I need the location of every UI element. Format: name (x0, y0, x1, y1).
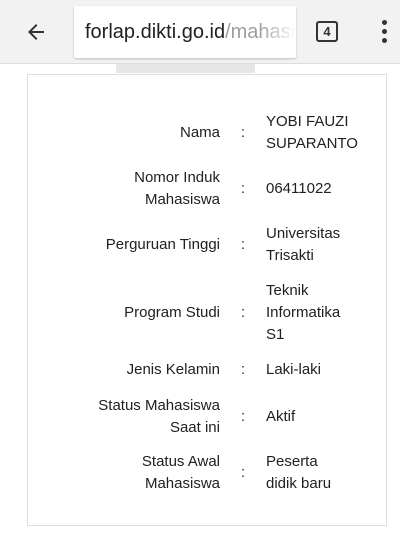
field-separator: : (240, 236, 246, 253)
field-label: Status Awal Mahasiswa (141, 453, 220, 492)
tab-switcher-button[interactable]: 4 (309, 14, 345, 50)
field-separator: : (240, 361, 246, 378)
field-label: Program Studi (124, 304, 220, 321)
url-fade-overlay (260, 6, 296, 58)
back-arrow-icon (28, 24, 44, 40)
field-separator: : (240, 124, 246, 141)
tab-switcher-icon: 4 (316, 21, 338, 42)
field-value: 06411022 (266, 180, 332, 197)
tab-count: 4 (323, 24, 331, 39)
field-value: Laki-laki (266, 361, 322, 378)
field-value: Peserta didik baru (266, 453, 332, 492)
student-detail-card: Nama : YOBI FAUZI SUPARANTO Nomor Induk … (27, 74, 387, 526)
field-separator: : (240, 180, 246, 197)
url-domain: forlap.dikti.go.id (85, 21, 226, 43)
field-label: Nama (179, 124, 220, 141)
field-label: Perguruan Tinggi (105, 236, 220, 253)
field-value: Universitas Trisakti (266, 225, 341, 264)
field-separator: : (240, 464, 246, 481)
overflow-menu-button[interactable] (370, 14, 398, 50)
browser-toolbar: forlap.dikti.go.id/mahasiswa 4 (0, 0, 400, 64)
field-separator: : (240, 408, 246, 425)
field-label: Status Mahasiswa Saat ini (98, 397, 220, 436)
field-label: Jenis Kelamin (126, 361, 220, 378)
field-separator: : (240, 304, 246, 321)
field-label: Nomor Induk Mahasiswa (134, 169, 220, 208)
scroll-indicator-strip (116, 64, 255, 73)
address-bar[interactable]: forlap.dikti.go.id/mahasiswa (74, 6, 296, 58)
field-value: Aktif (266, 408, 296, 425)
field-value: YOBI FAUZI SUPARANTO (266, 113, 358, 152)
back-button[interactable] (14, 14, 58, 50)
field-value: Teknik Informatika S1 (266, 282, 341, 343)
